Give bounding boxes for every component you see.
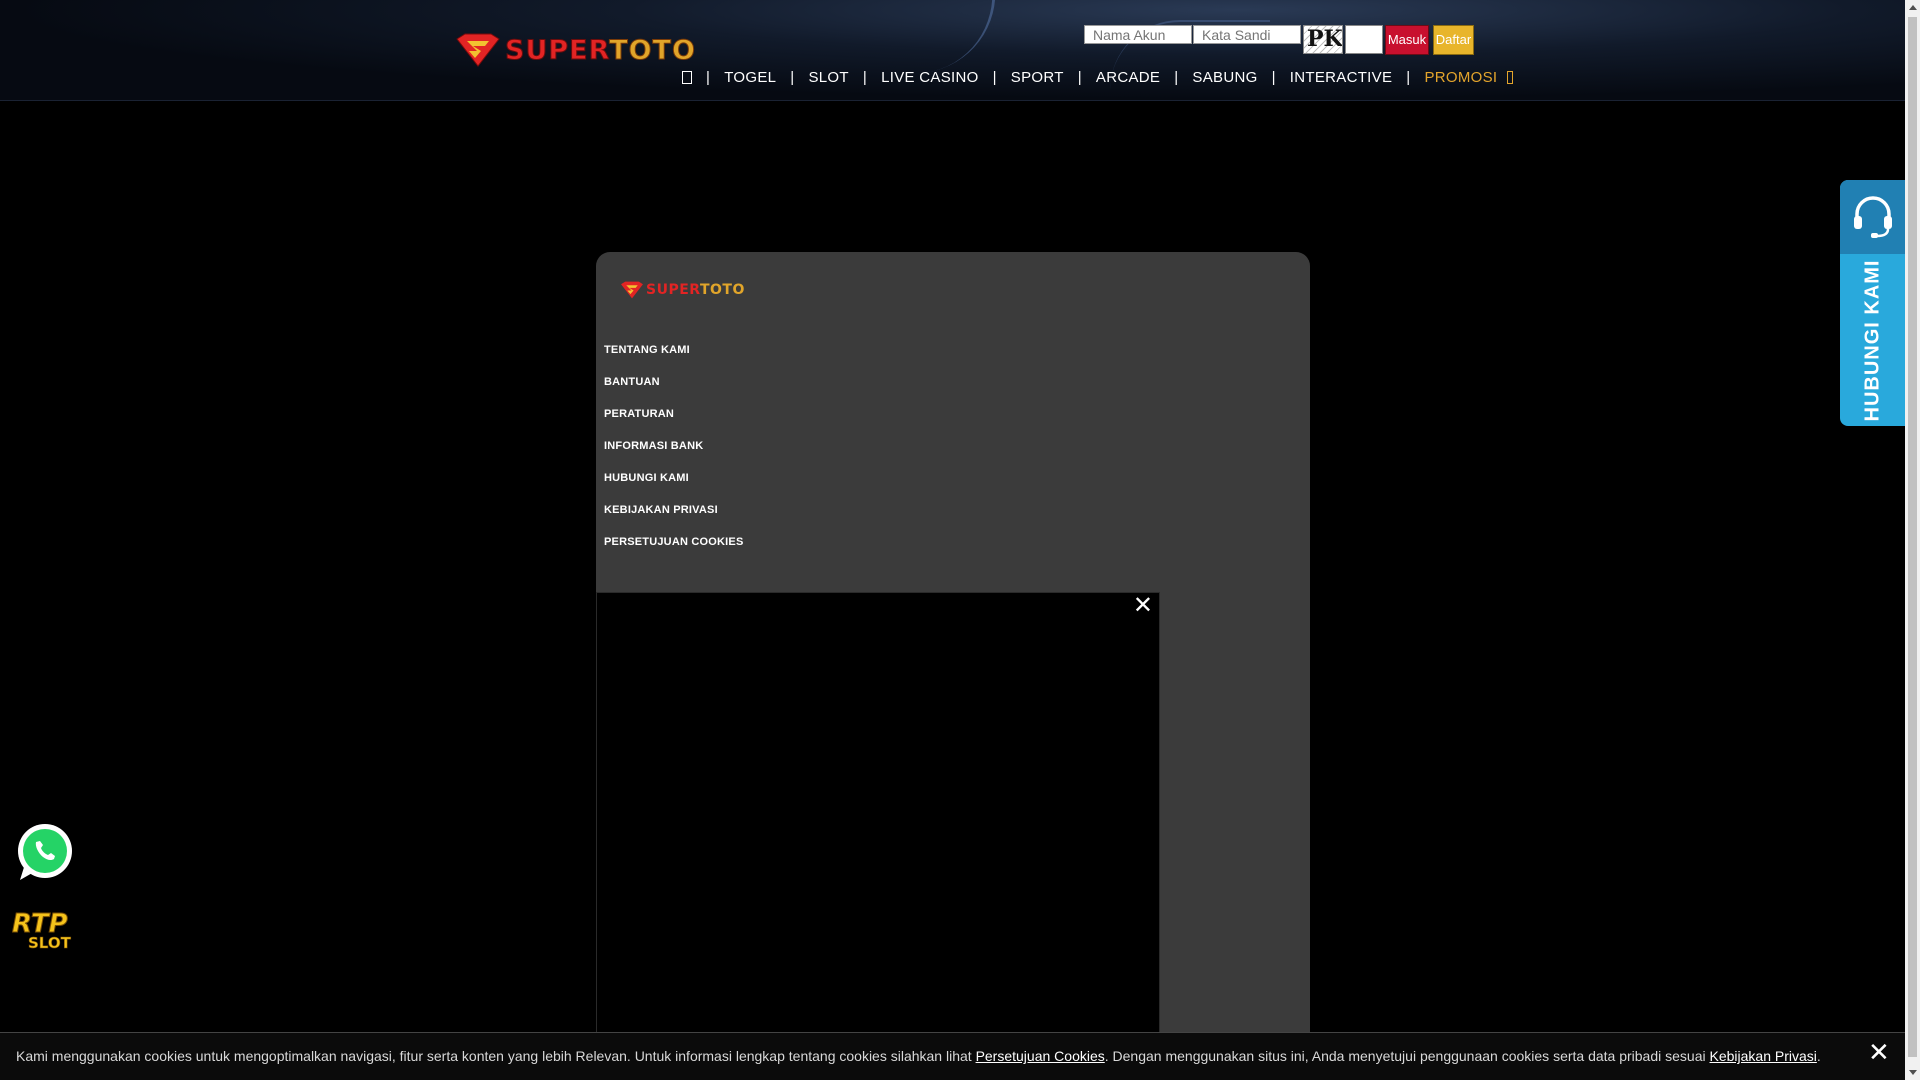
contact-tab-label: HUBUNGI KAMI — [1861, 259, 1883, 421]
login-form: PK Masuk Daftar — [1084, 25, 1474, 55]
main-nav: | TOGEL | SLOT | LIVE CASINO | SPORT | A… — [678, 69, 1514, 86]
page-scrollbar[interactable] — [1905, 0, 1920, 1080]
close-icon[interactable]: ✕ — [1133, 594, 1153, 618]
superman-shield-icon — [456, 33, 500, 67]
nav-item-interactive[interactable]: INTERACTIVE — [1290, 69, 1392, 86]
nav-item-togel[interactable]: TOGEL — [724, 69, 776, 86]
rtp-slot-label: SLOT — [28, 934, 71, 952]
link-peraturan[interactable]: PERATURAN — [604, 408, 744, 440]
password-input[interactable] — [1193, 25, 1301, 44]
nav-separator: | — [1174, 69, 1179, 86]
close-icon[interactable]: ✕ — [1868, 1039, 1890, 1065]
link-bantuan[interactable]: BANTUAN — [604, 376, 744, 408]
link-tentang-kami[interactable]: TENTANG KAMI — [604, 344, 744, 376]
nav-separator: | — [790, 69, 795, 86]
nav-item-sport[interactable]: SPORT — [1011, 69, 1064, 86]
nav-separator: | — [706, 69, 711, 86]
scrollbar-thumb[interactable] — [1908, 17, 1917, 1057]
cookie-banner: Kami menggunakan cookies untuk mengoptim… — [0, 1032, 1905, 1080]
video-popup: ✕ — [596, 592, 1160, 1080]
headset-icon — [1853, 196, 1892, 238]
home-icon[interactable] — [682, 71, 692, 84]
nav-separator: | — [992, 69, 997, 86]
panel-link-list: TENTANG KAMI BANTUAN PERATURAN INFORMASI… — [604, 344, 744, 568]
link-hubungi-kami[interactable]: HUBUNGI KAMI — [604, 472, 744, 504]
nav-item-sabung[interactable]: SABUNG — [1192, 69, 1257, 86]
contact-us-tab[interactable]: HUBUNGI KAMI — [1840, 180, 1905, 426]
rtp-slot-button[interactable]: RTP SLOT — [12, 909, 80, 954]
captcha-image: PK — [1303, 25, 1343, 54]
cookie-policy-link[interactable]: Persetujuan Cookies — [976, 1048, 1105, 1064]
scroll-up-icon[interactable] — [1909, 5, 1917, 10]
nav-separator: | — [1406, 69, 1411, 86]
nav-separator: | — [1077, 69, 1082, 86]
nav-item-slot[interactable]: SLOT — [808, 69, 848, 86]
scroll-down-icon[interactable] — [1909, 1070, 1917, 1075]
gift-icon[interactable] — [1507, 71, 1514, 84]
nav-separator: | — [1271, 69, 1276, 86]
header-decoration — [874, 0, 1006, 78]
link-kebijakan-privasi[interactable]: KEBIJAKAN PRIVASI — [604, 504, 744, 536]
site-header: SUPERTOTO PK Masuk Daftar | TOGEL | SLOT… — [0, 0, 1905, 101]
link-persetujuan-cookies[interactable]: PERSETUJUAN COOKIES — [604, 536, 744, 568]
panel-logo-text: SUPERTOTO — [646, 282, 745, 298]
whatsapp-icon[interactable] — [14, 822, 76, 882]
captcha-input[interactable] — [1345, 25, 1383, 54]
nav-separator: | — [862, 69, 868, 86]
nav-item-live-casino[interactable]: LIVE CASINO — [881, 69, 979, 86]
login-button[interactable]: Masuk — [1385, 25, 1429, 55]
username-input[interactable] — [1084, 25, 1192, 44]
contact-tab-header — [1840, 180, 1905, 254]
site-logo[interactable]: SUPERTOTO — [455, 30, 696, 70]
cookie-message: Kami menggunakan cookies untuk mengoptim… — [16, 1048, 1821, 1064]
link-informasi-bank[interactable]: INFORMASI BANK — [604, 440, 744, 472]
nav-item-promosi[interactable]: PROMOSI — [1424, 69, 1497, 86]
register-button[interactable]: Daftar — [1433, 25, 1474, 55]
nav-item-arcade[interactable]: ARCADE — [1096, 69, 1160, 86]
superman-shield-icon — [621, 281, 643, 299]
rtp-label: RTP — [12, 909, 69, 939]
panel-logo: SUPERTOTO — [620, 281, 745, 299]
logo-text: SUPERTOTO — [504, 34, 696, 66]
privacy-policy-link[interactable]: Kebijakan Privasi — [1710, 1048, 1817, 1064]
